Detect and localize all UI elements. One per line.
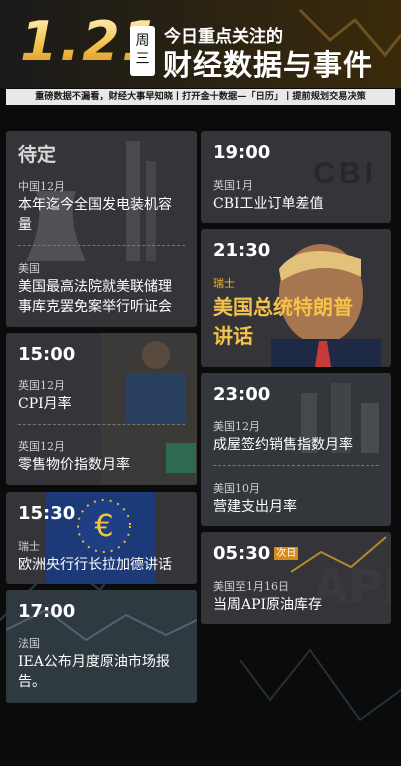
- event-title-line: 美国最高法院就美联储理: [18, 279, 172, 295]
- divider: [18, 424, 185, 425]
- event-region: 美国10月: [213, 482, 260, 495]
- weekday-badge: 周 三: [130, 26, 155, 76]
- event-region: 法国: [18, 637, 40, 650]
- event-time: 15:00: [18, 344, 76, 365]
- event-title-line: 讲话: [213, 324, 253, 348]
- event-title-line: CBI工业订单差值: [213, 196, 324, 212]
- event-title-line: 营建支出月率: [213, 499, 297, 515]
- event-card-1500[interactable]: 15:00 英国12月 CPI月率 英国12月 零售物价指数月率: [6, 333, 197, 485]
- event-title-line: 量: [18, 217, 32, 233]
- event-time: 待定: [18, 144, 57, 166]
- event-region: 瑞士: [213, 277, 235, 290]
- event-title: IEA公布月度原油市场报 告。: [18, 652, 170, 692]
- event-card-1900[interactable]: CBI 19:00 英国1月 CBI工业订单差值: [201, 131, 391, 223]
- event-time-text: 05:30: [213, 543, 271, 564]
- event-title-line: IEA公布月度原油市场报: [18, 654, 170, 670]
- event-time: 21:30: [213, 240, 271, 261]
- event-region: 美国: [18, 262, 40, 275]
- event-title: 成屋签约销售指数月率: [213, 435, 353, 455]
- event-card-1700[interactable]: 17:00 法国 IEA公布月度原油市场报 告。: [6, 590, 197, 703]
- event-time: 17:00: [18, 601, 76, 622]
- event-title-line: 美国总统特朗普: [213, 295, 353, 319]
- event-title-line: CPI月率: [18, 396, 72, 412]
- event-title: 美国最高法院就美联储理 事库克罢免案举行听证会: [18, 277, 172, 317]
- event-title: 美国总统特朗普 讲话: [213, 293, 353, 351]
- event-title-line: 告。: [18, 674, 46, 690]
- event-region: 英国12月: [18, 440, 65, 453]
- event-region: 瑞士: [18, 540, 40, 553]
- event-card-0530[interactable]: API 05:30 次日 美国至1月16日 当周API原油库存: [201, 532, 391, 624]
- next-day-badge: 次日: [274, 547, 299, 560]
- event-title: CBI工业订单差值: [213, 194, 324, 214]
- event-title-line: 本年迄今全国发电装机容: [18, 197, 172, 213]
- event-time: 23:00: [213, 384, 271, 405]
- divider: [213, 465, 379, 466]
- event-card-1530[interactable]: € 15:30 瑞士 欧洲央行行长拉加德讲话: [6, 492, 197, 584]
- event-title: 营建支出月率: [213, 497, 297, 517]
- header-subtitle: 重磅数据不漏看，财经大事早知晓丨打开金十数据—「日历」丨提前规划交易决策: [6, 89, 395, 105]
- event-region: 中国12月: [18, 180, 65, 193]
- event-title-line: 当周API原油库存: [213, 597, 323, 613]
- event-time: 05:30 次日: [213, 543, 299, 564]
- event-title: CPI月率: [18, 394, 72, 414]
- event-region: 英国1月: [213, 179, 253, 192]
- weekday-top: 周: [135, 33, 150, 49]
- weekday-bottom: 三: [135, 51, 150, 67]
- header-big-title: 财经数据与事件: [163, 48, 374, 82]
- event-card-2130[interactable]: 21:30 瑞士 美国总统特朗普 讲话: [201, 229, 391, 367]
- event-card-tbd[interactable]: 待定 中国12月 本年迄今全国发电装机容 量 美国 美国最高法院就美联储理 事库…: [6, 131, 197, 327]
- event-title: 当周API原油库存: [213, 595, 322, 615]
- event-title: 零售物价指数月率: [18, 455, 130, 475]
- event-title-line: 成屋签约销售指数月率: [213, 437, 353, 453]
- event-title-line: 零售物价指数月率: [18, 457, 130, 473]
- event-title: 欧洲央行行长拉加德讲话: [18, 555, 172, 575]
- event-time: 15:30: [18, 503, 76, 524]
- divider: [18, 245, 185, 246]
- event-card-2300[interactable]: 23:00 美国12月 成屋签约销售指数月率 美国10月 营建支出月率: [201, 373, 391, 526]
- event-region: 美国12月: [213, 420, 260, 433]
- event-title-line: 事库克罢免案举行听证会: [18, 299, 172, 315]
- event-time: 19:00: [213, 142, 271, 163]
- event-region: 美国至1月16日: [213, 580, 289, 593]
- header: 1.21 周 三 今日重点关注的 财经数据与事件: [0, 0, 401, 88]
- event-region: 英国12月: [18, 379, 65, 392]
- event-title-line: 欧洲央行行长拉加德讲话: [18, 557, 172, 573]
- cbi-logo: CBI: [313, 157, 377, 190]
- svg-text:€: €: [94, 509, 113, 544]
- event-title: 本年迄今全国发电装机容 量: [18, 195, 172, 235]
